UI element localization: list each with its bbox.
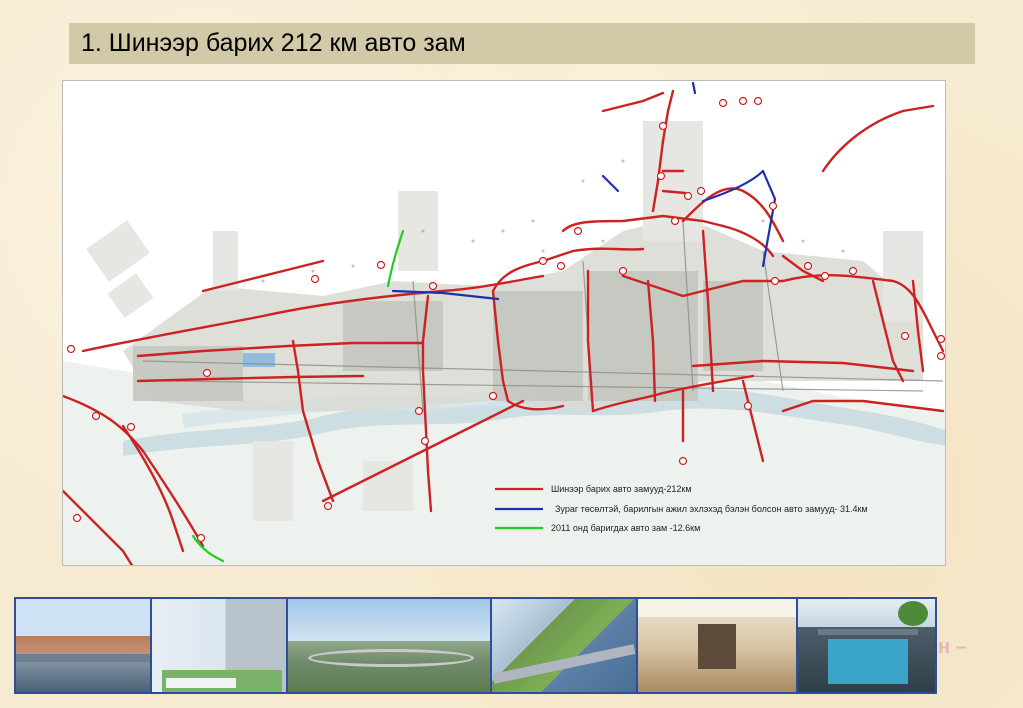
page-title: 1. Шинээр барих 212 км авто зам	[81, 29, 466, 57]
road-map-svg: Шинээр барих авто замууд-212км Зураг төс…	[63, 81, 945, 565]
title-bar: 1. Шинээр барих 212 км авто зам	[69, 23, 975, 64]
side-text: н –	[938, 636, 967, 658]
photo-highway-junction	[492, 599, 636, 692]
photo-canal-bridge	[798, 599, 935, 692]
legend-label-designed: Зураг төсөлтэй, барилгын ажил эхлэхэд бэ…	[555, 504, 868, 514]
photo-interchange	[288, 599, 490, 692]
road-map[interactable]: Шинээр барих авто замууд-212км Зураг төс…	[62, 80, 946, 566]
legend-label-new: Шинээр барих авто замууд-212км	[551, 484, 692, 494]
photo-underground-passage	[638, 599, 796, 692]
photo-strip	[14, 597, 937, 694]
legend-label-2011: 2011 онд баригдах авто зам -12.6км	[551, 523, 700, 533]
photo-building-render	[152, 599, 286, 692]
photo-overpass-city	[16, 599, 150, 692]
